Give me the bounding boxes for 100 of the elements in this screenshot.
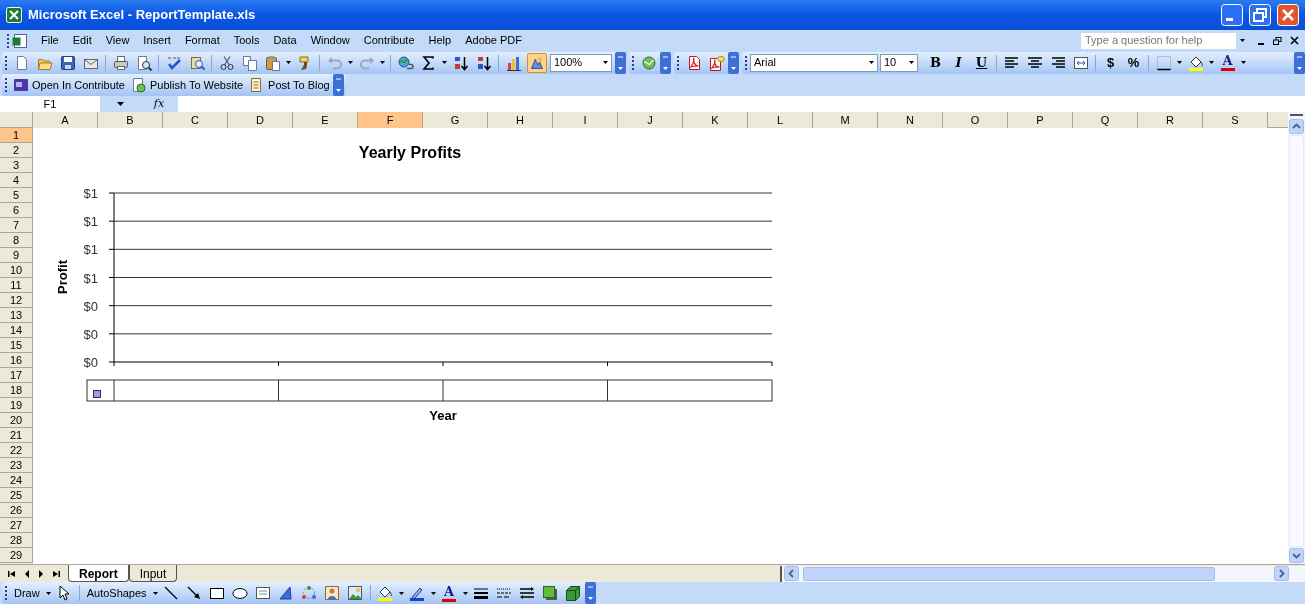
menu-item[interactable]: Contribute bbox=[356, 31, 422, 50]
row-header[interactable]: 1 bbox=[0, 128, 33, 143]
caret-icon[interactable] bbox=[286, 61, 291, 64]
align-left-icon[interactable] bbox=[1003, 54, 1020, 71]
underline-button[interactable]: U bbox=[970, 51, 993, 74]
caret-icon[interactable] bbox=[430, 591, 436, 595]
restore-icon[interactable] bbox=[1273, 36, 1282, 45]
scroll-down-icon[interactable] bbox=[1289, 548, 1304, 563]
row-header[interactable]: 16 bbox=[0, 353, 33, 368]
row-header[interactable]: 17 bbox=[0, 368, 33, 383]
pdf-comment-icon[interactable] bbox=[708, 54, 725, 71]
align-center-icon[interactable] bbox=[1026, 54, 1043, 71]
font-color-button[interactable]: A bbox=[437, 582, 461, 604]
toolbar-grip[interactable] bbox=[4, 53, 8, 72]
drawing-icon[interactable] bbox=[526, 52, 547, 73]
caret-icon[interactable] bbox=[869, 61, 874, 64]
column-header[interactable]: R bbox=[1138, 112, 1203, 128]
caret-icon[interactable] bbox=[1241, 61, 1246, 64]
row-header[interactable]: 3 bbox=[0, 158, 33, 173]
copy-icon[interactable] bbox=[241, 54, 258, 71]
sum-icon[interactable] bbox=[420, 54, 437, 71]
row-header[interactable]: 8 bbox=[0, 233, 33, 248]
font-color-button[interactable]: A bbox=[1216, 51, 1239, 74]
name-box[interactable]: F1 bbox=[0, 96, 100, 112]
column-header[interactable]: G bbox=[423, 112, 488, 128]
merge-center-icon[interactable] bbox=[1072, 54, 1089, 71]
caret-icon[interactable] bbox=[1209, 61, 1214, 64]
close-icon[interactable] bbox=[1290, 36, 1299, 45]
italic-button[interactable]: I bbox=[947, 51, 970, 74]
document-icon[interactable] bbox=[12, 32, 28, 49]
currency-button[interactable]: $ bbox=[1099, 51, 1122, 74]
row-header[interactable]: 10 bbox=[0, 263, 33, 278]
insert-picture-icon[interactable] bbox=[347, 585, 364, 601]
row-header[interactable]: 18 bbox=[0, 383, 33, 398]
row-header[interactable]: 6 bbox=[0, 203, 33, 218]
caret-icon[interactable] bbox=[462, 591, 468, 595]
menu-item[interactable]: Data bbox=[266, 31, 304, 50]
vertical-scrollbar[interactable] bbox=[1288, 112, 1305, 564]
column-header[interactable]: K bbox=[683, 112, 748, 128]
row-header[interactable]: 15 bbox=[0, 338, 33, 353]
line-icon[interactable] bbox=[163, 585, 180, 601]
fill-color-icon[interactable] bbox=[377, 585, 394, 601]
menu-item[interactable]: View bbox=[98, 31, 137, 50]
borders-icon[interactable] bbox=[1155, 54, 1172, 71]
horizontal-scrollbar[interactable] bbox=[780, 565, 1305, 582]
row-header[interactable]: 24 bbox=[0, 473, 33, 488]
row-header[interactable]: 7 bbox=[0, 218, 33, 233]
column-header[interactable]: O bbox=[943, 112, 1008, 128]
bold-button[interactable]: B bbox=[924, 51, 947, 74]
shadow-style-icon[interactable] bbox=[542, 585, 559, 601]
diagram-icon[interactable] bbox=[301, 585, 318, 601]
scroll-up-icon[interactable] bbox=[1289, 119, 1304, 134]
print-icon[interactable] bbox=[112, 54, 129, 71]
toolbar-grip[interactable] bbox=[744, 53, 748, 72]
caret-icon[interactable] bbox=[116, 102, 124, 106]
line-style-icon[interactable] bbox=[473, 585, 490, 601]
scroll-left-icon[interactable] bbox=[784, 566, 799, 581]
restore-button[interactable] bbox=[1249, 4, 1271, 26]
row-header[interactable]: 28 bbox=[0, 533, 33, 548]
column-header[interactable]: H bbox=[488, 112, 553, 128]
toolbar-grip[interactable] bbox=[4, 584, 8, 602]
toolbar-grip[interactable] bbox=[4, 76, 8, 94]
column-header[interactable]: Q bbox=[1073, 112, 1138, 128]
hyperlink-icon[interactable] bbox=[397, 54, 414, 71]
text-box-icon[interactable] bbox=[255, 585, 272, 601]
paste-icon[interactable] bbox=[264, 54, 281, 71]
scroll-thumb[interactable] bbox=[803, 566, 1215, 581]
caret-icon[interactable] bbox=[1177, 61, 1182, 64]
row-header[interactable]: 27 bbox=[0, 518, 33, 533]
dash-style-icon[interactable] bbox=[496, 585, 513, 601]
wordart-icon[interactable] bbox=[278, 585, 295, 601]
menu-item[interactable]: Adobe PDF bbox=[458, 31, 530, 50]
toolbar-button[interactable]: Post To Blog bbox=[246, 75, 333, 95]
print-preview-icon[interactable] bbox=[135, 54, 152, 71]
minimize-button[interactable] bbox=[1221, 4, 1243, 26]
row-header[interactable]: 26 bbox=[0, 503, 33, 518]
font-size-box[interactable]: 10 bbox=[880, 53, 918, 72]
column-header[interactable]: N bbox=[878, 112, 943, 128]
help-box[interactable]: Type a question for help bbox=[1081, 32, 1236, 49]
row-header[interactable]: 11 bbox=[0, 278, 33, 293]
caret-icon[interactable] bbox=[442, 61, 447, 64]
first-sheet-icon[interactable] bbox=[8, 569, 16, 578]
row-header[interactable]: 2 bbox=[0, 143, 33, 158]
arrow-style-icon[interactable] bbox=[519, 585, 536, 601]
caret-icon[interactable] bbox=[152, 591, 158, 595]
menu-item[interactable]: File bbox=[34, 31, 66, 50]
toolbar-options-icon[interactable] bbox=[1294, 51, 1305, 74]
save-icon[interactable] bbox=[59, 54, 76, 71]
column-header[interactable]: A bbox=[33, 112, 98, 128]
toolbar-options-icon[interactable] bbox=[660, 51, 671, 74]
percent-button[interactable]: % bbox=[1122, 51, 1145, 74]
caret-icon[interactable] bbox=[348, 61, 353, 64]
column-header[interactable]: M bbox=[813, 112, 878, 128]
row-header[interactable]: 20 bbox=[0, 413, 33, 428]
fill-color-icon[interactable] bbox=[1187, 54, 1204, 71]
line-color-icon[interactable] bbox=[409, 585, 426, 601]
column-header[interactable]: P bbox=[1008, 112, 1073, 128]
split-box-icon[interactable] bbox=[1289, 113, 1304, 117]
align-right-icon[interactable] bbox=[1049, 54, 1066, 71]
row-header[interactable]: 5 bbox=[0, 188, 33, 203]
